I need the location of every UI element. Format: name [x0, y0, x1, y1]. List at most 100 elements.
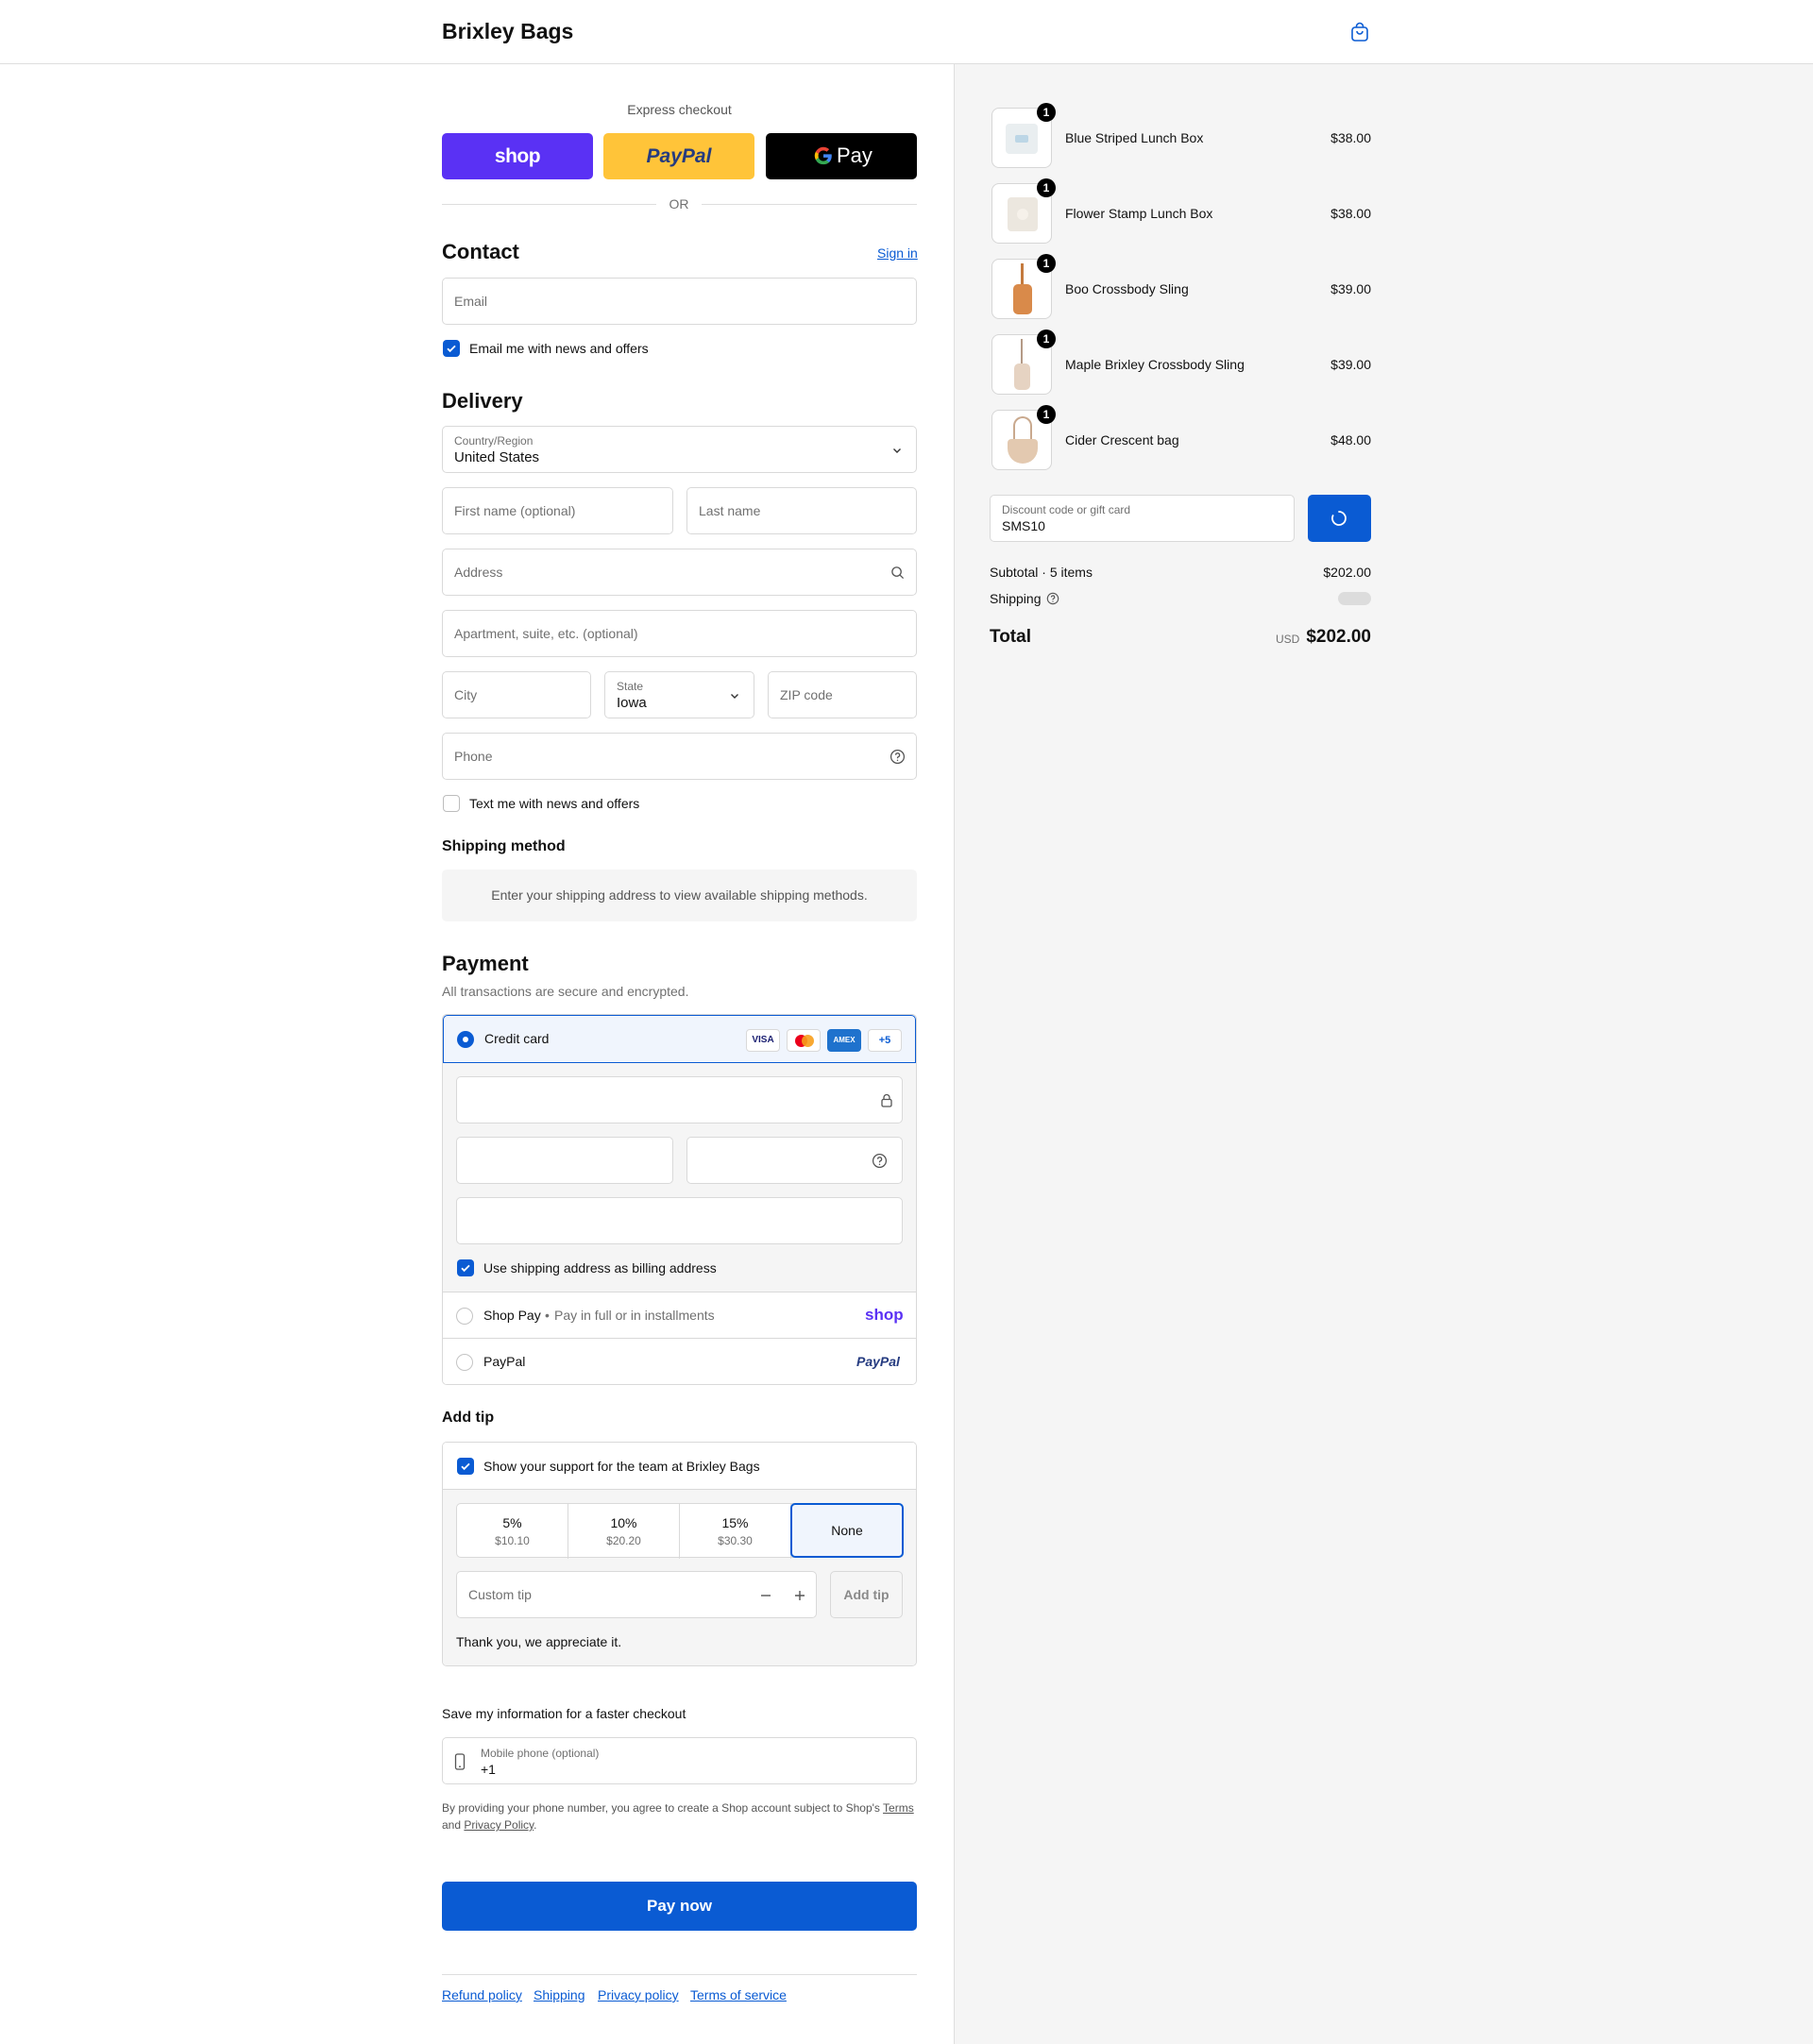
email-news-label: Email me with news and offers — [469, 341, 649, 356]
brand-logo[interactable]: Brixley Bags — [442, 19, 573, 44]
address-field[interactable]: Address — [442, 549, 917, 596]
refund-policy-link[interactable]: Refund policy — [442, 1987, 522, 2002]
minus-icon[interactable] — [759, 1589, 772, 1602]
paypal-logo: PayPal — [856, 1354, 900, 1369]
or-separator: OR — [669, 196, 689, 211]
payment-heading: Payment — [442, 952, 529, 975]
tip-support-checkbox[interactable] — [457, 1458, 474, 1475]
google-pay-express-button[interactable]: Pay — [766, 133, 917, 179]
item-price: $39.00 — [1330, 357, 1371, 372]
city-field[interactable]: City — [442, 671, 591, 718]
tip-option-10[interactable]: 10% $20.20 — [568, 1504, 680, 1559]
footer-divider — [442, 1974, 917, 1975]
tip-amount: $20.20 — [606, 1534, 641, 1547]
help-circle-icon[interactable] — [1046, 592, 1059, 605]
paypal-express-button[interactable]: PayPal — [603, 133, 754, 179]
legal-and: and — [442, 1818, 462, 1832]
discount-code-field[interactable]: Discount code or gift card SMS10 — [990, 495, 1295, 542]
email-field[interactable]: Email — [442, 278, 917, 325]
phone-field[interactable]: Phone — [442, 733, 917, 780]
expiration-date-field[interactable] — [456, 1137, 673, 1184]
shop-pay-express-button[interactable]: shop — [442, 133, 593, 179]
country-value: United States — [454, 449, 540, 465]
shop-pay-radio[interactable] — [456, 1308, 473, 1325]
divider — [702, 204, 917, 205]
country-select[interactable]: Country/Region United States — [442, 426, 917, 473]
credit-card-radio[interactable] — [457, 1031, 474, 1048]
delivery-heading: Delivery — [442, 389, 523, 413]
item-name: Cider Crescent bag — [1065, 432, 1179, 448]
currency-code: USD — [1276, 633, 1300, 646]
tip-options: 5% $10.10 10% $20.20 15% $30.30 None — [456, 1503, 904, 1559]
security-code-field[interactable] — [686, 1137, 903, 1184]
phone-legal-text: By providing your phone number, you agre… — [442, 1799, 917, 1833]
tip-percent: 5% — [502, 1515, 522, 1530]
name-on-card-field[interactable] — [456, 1197, 903, 1244]
privacy-policy-link[interactable]: Privacy Policy — [464, 1818, 534, 1832]
item-price: $48.00 — [1330, 432, 1371, 448]
payment-methods: Credit card VISA AMEX +5 Use shipping ad… — [442, 1014, 917, 1385]
quantity-badge: 1 — [1037, 254, 1056, 273]
tip-support-label: Show your support for the team at Brixle… — [483, 1459, 760, 1474]
mobile-phone-label: Mobile phone (optional) — [481, 1747, 600, 1760]
pay-now-button[interactable]: Pay now — [442, 1882, 917, 1931]
apartment-field[interactable]: Apartment, suite, etc. (optional) — [442, 610, 917, 657]
tip-option-5[interactable]: 5% $10.10 — [457, 1504, 568, 1559]
text-news-checkbox[interactable] — [443, 795, 460, 812]
shop-pay-option[interactable]: Shop Pay • Pay in full or in installment… — [443, 1292, 916, 1339]
credit-card-option[interactable]: Credit card VISA AMEX +5 — [443, 1015, 916, 1063]
plus-icon[interactable] — [793, 1589, 806, 1602]
first-name-field[interactable]: First name (optional) — [442, 487, 673, 534]
paypal-option[interactable]: PayPal PayPal — [443, 1339, 916, 1384]
terms-of-service-link[interactable]: Terms of service — [690, 1987, 787, 2002]
state-select[interactable]: State Iowa — [604, 671, 754, 718]
help-circle-icon[interactable] — [872, 1153, 888, 1169]
last-name-field[interactable]: Last name — [686, 487, 917, 534]
state-label: State — [617, 680, 644, 693]
card-number-field[interactable] — [456, 1076, 903, 1123]
pay-now-label: Pay now — [647, 1897, 712, 1915]
shipping-notice-text: Enter your shipping address to view avai… — [491, 887, 868, 903]
add-tip-button[interactable]: Add tip — [830, 1571, 903, 1618]
apply-discount-button[interactable] — [1308, 495, 1371, 542]
tip-thanks: Thank you, we appreciate it. — [456, 1634, 622, 1649]
chevron-down-icon — [893, 448, 901, 453]
privacy-policy-footer-link[interactable]: Privacy policy — [598, 1987, 679, 2002]
checkmark-icon — [461, 1264, 470, 1273]
add-tip-button-label: Add tip — [843, 1587, 890, 1602]
header: Brixley Bags — [0, 0, 1813, 64]
loading-spinner-icon — [1331, 511, 1347, 526]
help-circle-icon[interactable] — [890, 749, 906, 765]
email-news-checkbox[interactable] — [443, 340, 460, 357]
email-placeholder: Email — [454, 294, 488, 309]
chevron-down-icon — [731, 694, 738, 699]
last-name-placeholder: Last name — [699, 503, 761, 518]
shipping-label: Shipping — [990, 591, 1042, 606]
item-name: Maple Brixley Crossbody Sling — [1065, 357, 1245, 372]
sign-in-link[interactable]: Sign in — [877, 245, 918, 261]
divider — [442, 204, 656, 205]
visa-icon: VISA — [746, 1029, 780, 1052]
tip-option-none[interactable]: None — [790, 1503, 904, 1558]
credit-card-form: Use shipping address as billing address — [443, 1063, 916, 1292]
discount-label: Discount code or gift card — [1002, 503, 1131, 516]
tip-amount: $30.30 — [718, 1534, 753, 1547]
tip-amount: $10.10 — [495, 1534, 530, 1547]
paypal-radio[interactable] — [456, 1354, 473, 1371]
shopping-bag-icon[interactable] — [1348, 21, 1371, 43]
discount-value: SMS10 — [1002, 518, 1045, 533]
credit-card-label: Credit card — [484, 1031, 550, 1046]
apartment-placeholder: Apartment, suite, etc. (optional) — [454, 626, 638, 641]
shipping-policy-link[interactable]: Shipping — [534, 1987, 585, 2002]
tip-support-row: Show your support for the team at Brixle… — [443, 1443, 916, 1490]
terms-link[interactable]: Terms — [883, 1801, 914, 1815]
custom-tip-field[interactable]: Custom tip — [456, 1571, 817, 1618]
shipping-loading-skeleton — [1338, 592, 1371, 605]
mobile-phone-icon — [454, 1753, 466, 1770]
mobile-phone-field[interactable]: Mobile phone (optional) +1 — [442, 1737, 917, 1784]
zip-field[interactable]: ZIP code — [768, 671, 917, 718]
item-name: Blue Striped Lunch Box — [1065, 130, 1204, 145]
tip-option-15[interactable]: 15% $30.30 — [680, 1504, 791, 1559]
billing-address-checkbox[interactable] — [457, 1259, 474, 1276]
zip-placeholder: ZIP code — [780, 687, 833, 702]
